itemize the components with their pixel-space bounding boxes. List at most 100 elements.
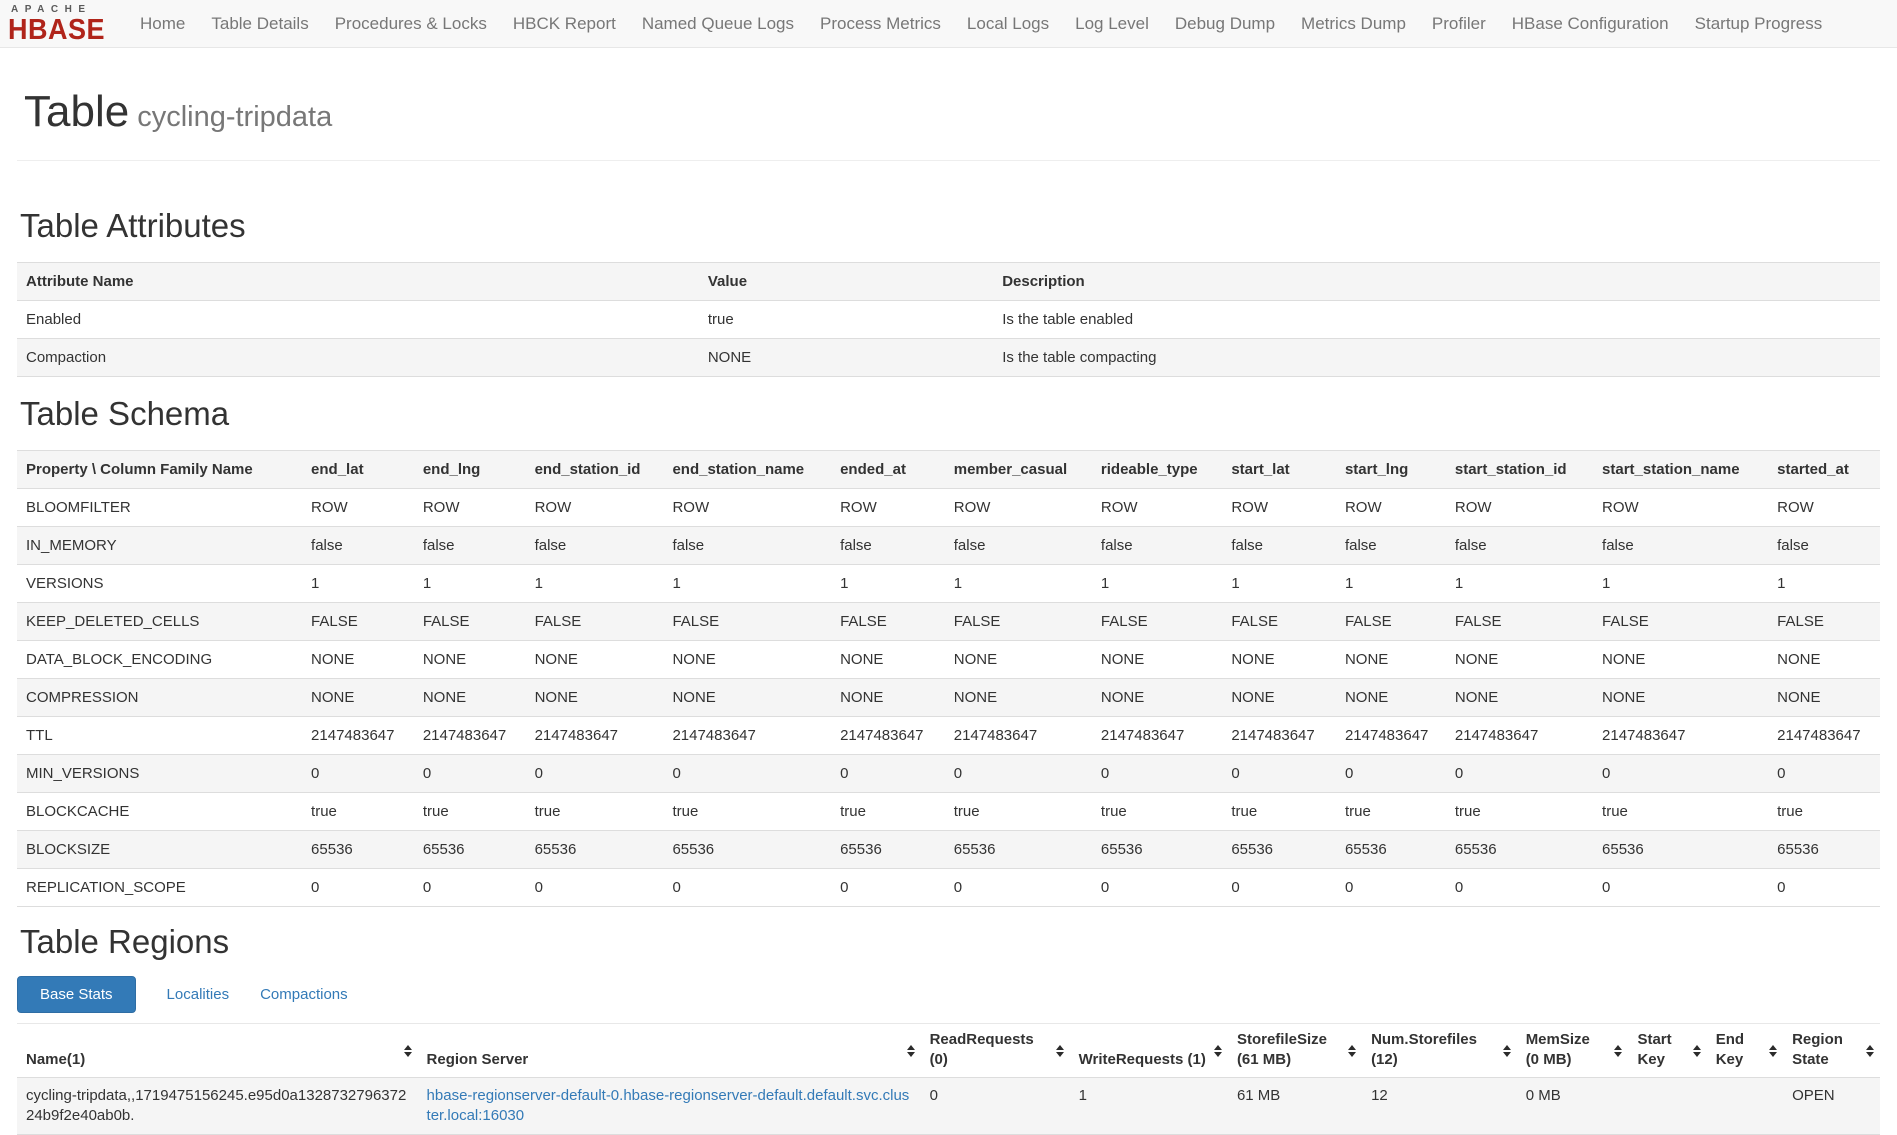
tab-compactions[interactable]: Compactions — [260, 986, 348, 1003]
page-title: Tablecycling-tripdata — [24, 88, 1880, 136]
regions-column-header-storefilesize-61-mb-[interactable]: StorefileSize (61 MB) — [1228, 1024, 1362, 1078]
regions-column-header-name-1-[interactable]: Name(1) — [17, 1024, 418, 1078]
tab-localities[interactable]: Localities — [167, 986, 230, 1003]
schema-value-cell: 1 — [1446, 565, 1593, 603]
schema-value-cell: true — [663, 793, 831, 831]
schema-property-cell: VERSIONS — [17, 565, 302, 603]
schema-property-cell: TTL — [17, 717, 302, 755]
schema-value-cell: 0 — [1768, 869, 1880, 907]
nav-item-profiler[interactable]: Profiler — [1419, 0, 1499, 47]
schema-value-cell: ROW — [1222, 489, 1336, 527]
schema-family-column-header: start_station_name — [1593, 451, 1768, 489]
nav-item-hbck-report[interactable]: HBCK Report — [500, 0, 629, 47]
nav-item-procedures-locks[interactable]: Procedures & Locks — [322, 0, 500, 47]
nav-item-log-level[interactable]: Log Level — [1062, 0, 1162, 47]
sort-up-arrow — [1866, 1045, 1874, 1050]
schema-value-cell: 0 — [302, 755, 414, 793]
schema-family-column-header: start_station_id — [1446, 451, 1593, 489]
region-server-link[interactable]: hbase-regionserver-default-0.hbase-regio… — [427, 1087, 910, 1124]
schema-value-cell: 0 — [1222, 755, 1336, 793]
regions-column-label: Num.Storefiles (12) — [1371, 1031, 1477, 1068]
schema-value-cell: 2147483647 — [526, 717, 664, 755]
schema-value-cell: false — [945, 527, 1092, 565]
sort-icon[interactable] — [1693, 1045, 1701, 1057]
schema-value-cell: 65536 — [526, 831, 664, 869]
schema-value-cell: 0 — [831, 869, 945, 907]
regions-column-header-readrequests-0-[interactable]: ReadRequests (0) — [921, 1024, 1070, 1078]
schema-value-cell: FALSE — [1092, 603, 1222, 641]
schema-value-cell: NONE — [1222, 641, 1336, 679]
schema-value-cell: 2147483647 — [414, 717, 526, 755]
schema-value-cell: 1 — [414, 565, 526, 603]
schema-value-cell: 0 — [1768, 755, 1880, 793]
nav-item-named-queue-logs[interactable]: Named Queue Logs — [629, 0, 807, 47]
attributes-column-header: Description — [993, 263, 1880, 301]
page-header: Tablecycling-tripdata — [17, 88, 1880, 161]
nav-item-metrics-dump[interactable]: Metrics Dump — [1288, 0, 1419, 47]
sort-icon[interactable] — [1866, 1045, 1874, 1057]
region-server-cell: hbase-regionserver-default-0.hbase-regio… — [418, 1078, 921, 1135]
nav-item-local-logs[interactable]: Local Logs — [954, 0, 1062, 47]
regions-column-header-writerequests-1-[interactable]: WriteRequests (1) — [1070, 1024, 1228, 1078]
sort-icon[interactable] — [1503, 1045, 1511, 1057]
schema-value-cell: 65536 — [1092, 831, 1222, 869]
schema-value-cell: 65536 — [1222, 831, 1336, 869]
schema-value-cell: NONE — [945, 641, 1092, 679]
schema-row: BLOCKSIZE6553665536655366553665536655366… — [17, 831, 1880, 869]
schema-value-cell: NONE — [526, 641, 664, 679]
regions-column-header-start-key[interactable]: Start Key — [1628, 1024, 1706, 1078]
schema-value-cell: 0 — [302, 869, 414, 907]
regions-column-header-memsize-0-mb-[interactable]: MemSize (0 MB) — [1517, 1024, 1629, 1078]
sort-icon[interactable] — [404, 1045, 412, 1057]
schema-value-cell: 0 — [945, 869, 1092, 907]
schema-value-cell: ROW — [302, 489, 414, 527]
nav-item-process-metrics[interactable]: Process Metrics — [807, 0, 954, 47]
region-num-storefiles-cell: 12 — [1362, 1078, 1517, 1135]
schema-value-cell: NONE — [1222, 679, 1336, 717]
regions-column-label: End Key — [1716, 1031, 1744, 1068]
regions-column-header-region-server[interactable]: Region Server — [418, 1024, 921, 1078]
schema-row: BLOCKCACHEtruetruetruetruetruetruetruetr… — [17, 793, 1880, 831]
hbase-logo[interactable]: APACHE HBASE — [8, 5, 105, 43]
schema-value-cell: false — [831, 527, 945, 565]
nav-item-debug-dump[interactable]: Debug Dump — [1162, 0, 1288, 47]
sort-icon[interactable] — [907, 1045, 915, 1057]
sort-up-arrow — [907, 1045, 915, 1050]
top-navbar: APACHE HBASE HomeTable DetailsProcedures… — [0, 0, 1897, 48]
schema-value-cell: false — [663, 527, 831, 565]
schema-property-column-header: Property \ Column Family Name — [17, 451, 302, 489]
schema-value-cell: ROW — [1092, 489, 1222, 527]
schema-value-cell: 0 — [1336, 869, 1446, 907]
schema-value-cell: 1 — [831, 565, 945, 603]
sort-icon[interactable] — [1056, 1045, 1064, 1057]
schema-value-cell: 0 — [1336, 755, 1446, 793]
nav-item-hbase-configuration[interactable]: HBase Configuration — [1499, 0, 1682, 47]
sort-down-arrow — [1056, 1052, 1064, 1057]
regions-column-label: StorefileSize (61 MB) — [1237, 1031, 1327, 1068]
sort-icon[interactable] — [1614, 1045, 1622, 1057]
sort-icon[interactable] — [1214, 1045, 1222, 1057]
regions-column-header-num-storefiles-12-[interactable]: Num.Storefiles (12) — [1362, 1024, 1517, 1078]
schema-family-column-header: member_casual — [945, 451, 1092, 489]
tab-base-stats[interactable]: Base Stats — [17, 976, 136, 1013]
schema-value-cell: 2147483647 — [1593, 717, 1768, 755]
sort-icon[interactable] — [1348, 1045, 1356, 1057]
nav-item-home[interactable]: Home — [127, 0, 198, 47]
table-schema-heading: Table Schema — [20, 395, 1880, 433]
nav-item-table-details[interactable]: Table Details — [198, 0, 321, 47]
sort-down-arrow — [1769, 1052, 1777, 1057]
regions-column-label: ReadRequests (0) — [930, 1031, 1034, 1068]
schema-family-column-header: end_station_id — [526, 451, 664, 489]
regions-column-label: Region Server — [427, 1051, 529, 1068]
regions-column-header-end-key[interactable]: End Key — [1707, 1024, 1783, 1078]
regions-column-header-region-state[interactable]: Region State — [1783, 1024, 1880, 1078]
schema-value-cell: 1 — [945, 565, 1092, 603]
schema-family-column-header: rideable_type — [1092, 451, 1222, 489]
attribute-cell: Is the table compacting — [993, 339, 1880, 377]
schema-value-cell: 0 — [831, 755, 945, 793]
nav-item-startup-progress[interactable]: Startup Progress — [1682, 0, 1836, 47]
schema-value-cell: 65536 — [831, 831, 945, 869]
schema-value-cell: 65536 — [945, 831, 1092, 869]
schema-family-column-header: started_at — [1768, 451, 1880, 489]
sort-icon[interactable] — [1769, 1045, 1777, 1057]
